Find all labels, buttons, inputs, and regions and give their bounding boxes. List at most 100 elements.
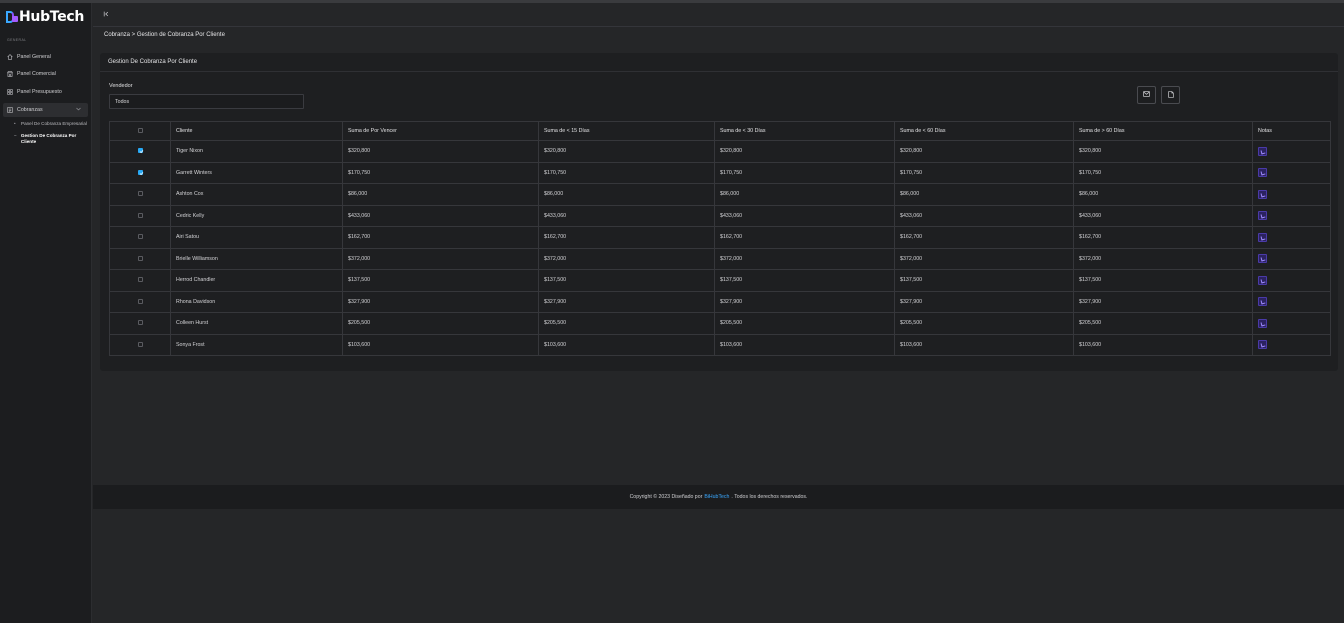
cell-mas-60-dias: $137,500 bbox=[1073, 269, 1253, 292]
table-row: Cedric Kelly $433,060 $433,060 $433,060 $433… bbox=[109, 204, 1331, 227]
sidebar-item-cobranzas[interactable]: Cobranzas bbox=[3, 102, 88, 117]
email-button[interactable] bbox=[1137, 86, 1156, 104]
row-checkbox[interactable] bbox=[137, 341, 143, 347]
cell-por-vencer: $205,500 bbox=[342, 312, 539, 335]
sidebar-section-label: GENERAL bbox=[7, 38, 27, 42]
vendedor-select[interactable]: Todos bbox=[109, 94, 304, 109]
cell-15-dias: $103,600 bbox=[538, 333, 715, 356]
edit-note-icon[interactable] bbox=[1258, 232, 1267, 242]
sidebar-item-panel-comercial[interactable]: Panel Comercial bbox=[0, 66, 91, 84]
cell-60-dias: $320,800 bbox=[894, 140, 1074, 163]
edit-note-icon[interactable] bbox=[1258, 189, 1267, 199]
column-header-60-dias[interactable]: Suma de < 60 Días bbox=[894, 121, 1074, 141]
select-all-checkbox[interactable] bbox=[137, 128, 143, 134]
row-checkbox[interactable] bbox=[137, 234, 143, 240]
cell-por-vencer: $86,000 bbox=[342, 183, 539, 206]
edit-note-icon[interactable] bbox=[1258, 340, 1267, 350]
bullet-icon: • bbox=[14, 120, 16, 126]
edit-note-icon[interactable] bbox=[1258, 211, 1267, 221]
cell-cliente: Herrod Chandler bbox=[170, 269, 343, 292]
row-select-cell bbox=[109, 161, 171, 184]
cell-notas bbox=[1252, 312, 1331, 335]
column-header-30-dias[interactable]: Suma de < 30 Días bbox=[714, 121, 895, 141]
cell-30-dias: $433,060 bbox=[714, 204, 895, 227]
sidebar-item-panel-presupuesto[interactable]: Panel Presupuesto bbox=[0, 83, 91, 101]
edit-note-icon[interactable] bbox=[1258, 318, 1267, 328]
row-select-cell bbox=[109, 290, 171, 313]
row-select-cell bbox=[109, 140, 171, 163]
brand-logo[interactable]: HubTech bbox=[6, 8, 84, 26]
edit-note-icon[interactable] bbox=[1258, 275, 1267, 285]
cell-notas bbox=[1252, 290, 1331, 313]
cell-mas-60-dias: $327,900 bbox=[1073, 290, 1253, 313]
cell-30-dias: $170,750 bbox=[714, 161, 895, 184]
row-checkbox[interactable] bbox=[137, 298, 143, 304]
footer-prefix: Copyright © 2023 Diseñado por bbox=[629, 494, 703, 500]
row-checkbox[interactable] bbox=[137, 212, 143, 218]
collapse-left-icon[interactable] bbox=[103, 11, 109, 19]
cell-por-vencer: $372,000 bbox=[342, 247, 539, 270]
vendedor-selected-value: Todos bbox=[115, 98, 130, 105]
column-header-mas-60-dias[interactable]: Suma de > 60 Días bbox=[1073, 121, 1253, 141]
table-row: Garrett Winters $170,750 $170,750 $170,750 $… bbox=[109, 161, 1331, 184]
cell-por-vencer: $320,800 bbox=[342, 140, 539, 163]
column-header-15-dias[interactable]: Suma de < 15 Días bbox=[538, 121, 715, 141]
cell-15-dias: $170,750 bbox=[538, 161, 715, 184]
sidebar-subitem-gestion-cobranza-cliente[interactable]: – Gestion De Cobranza Por Cliente bbox=[0, 133, 91, 144]
cell-15-dias: $372,000 bbox=[538, 247, 715, 270]
row-checkbox[interactable] bbox=[137, 320, 143, 326]
cell-30-dias: $137,500 bbox=[714, 269, 895, 292]
row-checkbox[interactable] bbox=[137, 277, 143, 283]
export-file-button[interactable] bbox=[1161, 86, 1180, 104]
sidebar-subitem-panel-cobranza-empresarial[interactable]: • Panel De Cobranza Empresarial bbox=[0, 121, 91, 127]
store-icon bbox=[7, 71, 13, 77]
cell-notas bbox=[1252, 204, 1331, 227]
sidebar-item-panel-general[interactable]: Panel General bbox=[0, 48, 91, 66]
sidebar-item-label: Panel Comercial bbox=[17, 71, 56, 78]
footer-brand-link[interactable]: BiHubTech bbox=[704, 494, 729, 500]
cell-cliente: Tiger Nixon bbox=[170, 140, 343, 163]
chevron-down-icon bbox=[76, 107, 81, 113]
footer: Copyright © 2023 Diseñado por BiHubTech … bbox=[93, 485, 1344, 509]
row-checkbox[interactable] bbox=[137, 255, 143, 261]
sidebar-item-label: Panel General bbox=[17, 53, 51, 60]
row-checkbox[interactable] bbox=[137, 191, 143, 197]
cell-60-dias: $433,060 bbox=[894, 204, 1074, 227]
edit-note-icon[interactable] bbox=[1258, 297, 1267, 307]
cell-30-dias: $327,900 bbox=[714, 290, 895, 313]
column-header-por-vencer[interactable]: Suma de Por Vencer bbox=[342, 121, 539, 141]
cell-cliente: Rhona Davidson bbox=[170, 290, 343, 313]
row-select-cell bbox=[109, 269, 171, 292]
row-checkbox[interactable] bbox=[137, 169, 143, 176]
cell-30-dias: $205,500 bbox=[714, 312, 895, 335]
cell-por-vencer: $327,900 bbox=[342, 290, 539, 313]
row-select-cell bbox=[109, 226, 171, 249]
select-all-cell bbox=[109, 121, 171, 141]
cell-30-dias: $103,600 bbox=[714, 333, 895, 356]
table-row: Airi Satou $162,700 $162,700 $162,700 $162,7… bbox=[109, 226, 1331, 249]
ledger-icon bbox=[7, 106, 13, 113]
edit-note-icon[interactable] bbox=[1258, 168, 1267, 178]
collections-table: Cliente Suma de Por Vencer Suma de < 15 … bbox=[109, 121, 1331, 356]
grid-icon bbox=[7, 89, 13, 95]
cell-60-dias: $162,700 bbox=[894, 226, 1074, 249]
cell-60-dias: $327,900 bbox=[894, 290, 1074, 313]
sidebar-nav: Panel General Panel Comercial Panel Pres… bbox=[0, 48, 91, 151]
home-icon bbox=[7, 53, 13, 60]
cell-60-dias: $137,500 bbox=[894, 269, 1074, 292]
table-header-row: Cliente Suma de Por Vencer Suma de < 15 … bbox=[109, 121, 1331, 141]
row-select-cell bbox=[109, 333, 171, 356]
edit-note-icon[interactable] bbox=[1258, 254, 1267, 264]
sidebar-subitem-label: Gestion De Cobranza Por Cliente bbox=[20, 133, 77, 144]
footer-suffix: . Todos los derechos reservados. bbox=[731, 494, 808, 500]
cell-30-dias: $320,800 bbox=[714, 140, 895, 163]
cell-cliente: Ashton Cox bbox=[170, 183, 343, 206]
cell-30-dias: $372,000 bbox=[714, 247, 895, 270]
column-header-cliente[interactable]: Cliente bbox=[170, 121, 343, 141]
cell-por-vencer: $103,600 bbox=[342, 333, 539, 356]
sidebar: HubTech GENERAL Panel General Panel Come… bbox=[0, 3, 92, 623]
row-select-cell bbox=[109, 247, 171, 270]
sidebar-subitem-label: Panel De Cobranza Empresarial bbox=[21, 120, 87, 126]
row-checkbox[interactable] bbox=[137, 148, 143, 154]
edit-note-icon[interactable] bbox=[1258, 146, 1267, 156]
